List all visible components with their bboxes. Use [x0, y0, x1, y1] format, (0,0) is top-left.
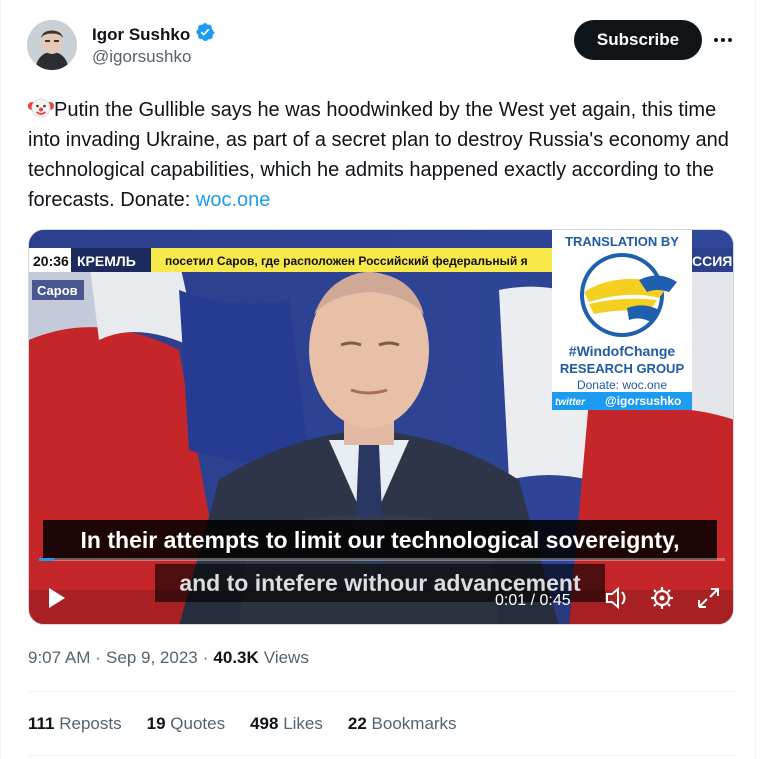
author-name[interactable]: Igor Sushko [92, 25, 190, 45]
card-border-right [755, 0, 756, 759]
avatar[interactable] [27, 20, 77, 70]
author-handle[interactable]: @igorsushko [92, 47, 191, 67]
views-label: Views [263, 648, 309, 667]
stat-label: Quotes [170, 714, 226, 733]
tweet-meta: 9:07 AM · Sep 9, 2023 · 40.3K Views [28, 648, 309, 668]
watermark-line3: Donate: woc.one [577, 378, 667, 392]
watermark-line1: #WindofChange [569, 343, 676, 359]
verified-badge-icon[interactable] [195, 22, 215, 47]
tweet-time[interactable]: 9:07 AM [28, 648, 90, 668]
tweet-link[interactable]: woc.one [196, 189, 271, 211]
watermark-line2: RESEARCH GROUP [560, 361, 685, 376]
quotes-stat[interactable]: 19 Quotes [147, 714, 225, 734]
meta-separator: · [202, 648, 209, 667]
engagement-stats: 111 Reposts 19 Quotes 498 Likes 22 Bookm… [28, 714, 457, 734]
more-options-icon[interactable] [710, 28, 736, 52]
reposts-stat[interactable]: 111 Reposts [28, 714, 122, 734]
tweet-text: Putin the Gullible says he was hoodwinke… [28, 95, 743, 215]
stat-count: 19 [146, 714, 166, 733]
stat-count: 498 [250, 714, 279, 733]
tweet-card: Igor Sushko @igorsushko Subscribe Putin … [0, 0, 765, 759]
stat-count: 22 [347, 714, 367, 733]
watermark-title: TRANSLATION BY [565, 234, 679, 249]
ticker-time: 20:36 [33, 253, 69, 269]
progress-fill [39, 558, 55, 561]
location-tag: Саров [37, 283, 78, 298]
ticker-channel: КРЕМЛЬ [77, 253, 136, 269]
stat-label: Reposts [59, 714, 122, 733]
video-frame[interactable]: 20:36 КРЕМЛЬ посетил Саров, где располож… [29, 230, 734, 625]
card-border-left [0, 0, 1, 759]
likes-stat[interactable]: 498 Likes [250, 714, 323, 734]
author-name-row[interactable]: Igor Sushko [92, 22, 215, 47]
subscribe-button[interactable]: Subscribe [574, 20, 702, 60]
stat-label: Likes [283, 714, 323, 733]
views-count: 40.3K [213, 648, 259, 667]
video-time: 0:01 / 0:45 [495, 592, 571, 609]
video-player[interactable]: 20:36 КРЕМЛЬ посетил Саров, где располож… [28, 229, 734, 625]
divider [28, 691, 736, 692]
ticker-right: ССИЯ [692, 253, 732, 269]
clown-emoji-icon [28, 97, 54, 119]
divider [28, 755, 736, 756]
tweet-body: Putin the Gullible says he was hoodwinke… [28, 99, 729, 211]
stat-label: Bookmarks [371, 714, 457, 733]
ticker-text: посетил Саров, где расположен Российский… [165, 254, 528, 268]
subtitle-line1: In their attempts to limit our technolog… [81, 527, 680, 553]
translation-watermark: TRANSLATION BY #WindofChange RESEARCH GR… [552, 230, 692, 410]
meta-separator: · [95, 648, 102, 667]
bookmarks-stat[interactable]: 22 Bookmarks [348, 714, 457, 734]
tweet-date[interactable]: Sep 9, 2023 [106, 648, 198, 668]
progress-track[interactable] [39, 558, 725, 561]
watermark-handle: @igorsushko [605, 394, 681, 408]
stat-count: 111 [28, 714, 55, 733]
settings-gear-icon[interactable] [651, 587, 673, 609]
watermark-twitter-word: twitter [555, 397, 586, 408]
